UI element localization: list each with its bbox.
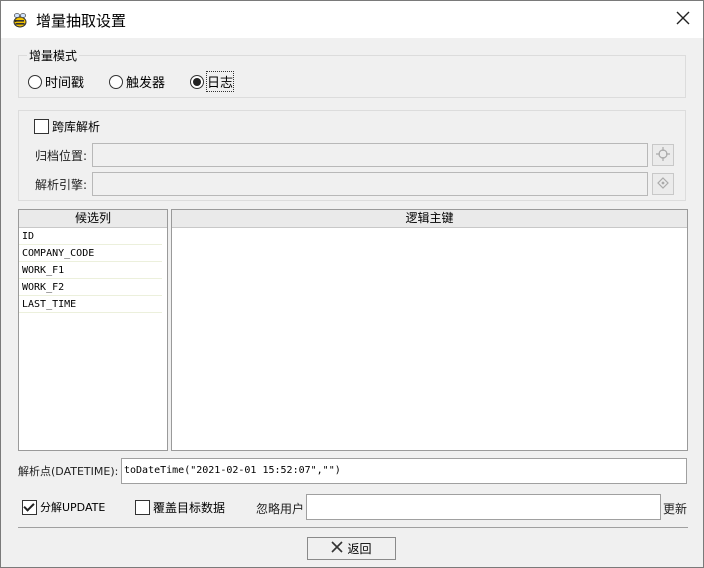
radio-trigger-label: 触发器 — [126, 76, 166, 91]
footer-separator — [18, 527, 688, 528]
mode-group-label: 增量模式 — [27, 47, 80, 64]
x-icon — [331, 541, 344, 556]
parse-point-label: 解析点(DATETIME): — [18, 465, 119, 478]
parse-point-input[interactable]: toDateTime("2021-02-01 15:52:07","") — [121, 458, 687, 484]
archive-location-field[interactable] — [92, 143, 648, 167]
logical-keys-panel[interactable]: 逻辑主键 — [171, 209, 688, 451]
parse-engine-label: 解析引擎: — [35, 178, 88, 192]
app-bee-icon — [11, 11, 29, 29]
cross-db-checkbox[interactable]: 跨库解析 — [34, 118, 100, 135]
radio-log[interactable]: 日志 — [190, 71, 235, 92]
list-item[interactable]: WORK_F1 — [19, 262, 162, 279]
ignore-users-input[interactable] — [306, 494, 661, 520]
close-icon — [676, 11, 690, 28]
checkbox-box — [34, 119, 49, 134]
list-item[interactable]: COMPANY_CODE — [19, 245, 162, 262]
cross-db-group: 跨库解析 归档位置: 解析引擎: — [18, 110, 686, 201]
list-item[interactable]: ID — [19, 228, 162, 245]
split-update-checkbox[interactable]: 分解UPDATE — [22, 499, 105, 515]
engine-select-button[interactable] — [652, 173, 674, 195]
title-bar: 增量抽取设置 — [1, 1, 703, 38]
window-title: 增量抽取设置 — [36, 12, 127, 30]
checkbox-box — [135, 500, 150, 515]
mode-group: 增量模式 时间戳 触发器 日志 — [18, 47, 686, 98]
cross-db-label: 跨库解析 — [52, 120, 101, 134]
back-button[interactable]: 返回 — [307, 537, 396, 560]
list-item[interactable]: WORK_F2 — [19, 279, 162, 296]
parse-engine-field[interactable] — [92, 172, 648, 196]
candidate-columns-header: 候选列 — [19, 210, 167, 228]
close-button[interactable] — [663, 1, 703, 38]
radio-timestamp-label: 时间戳 — [45, 76, 85, 91]
archive-browse-button[interactable] — [652, 144, 674, 166]
target-icon — [657, 176, 669, 192]
locate-icon — [656, 146, 670, 164]
radio-circle-selected — [190, 74, 204, 89]
checkbox-box-checked — [22, 499, 37, 515]
radio-circle — [109, 74, 123, 89]
overwrite-target-checkbox[interactable]: 覆盖目标数据 — [135, 499, 225, 516]
radio-log-label: 日志 — [205, 71, 235, 92]
radio-circle — [28, 74, 42, 89]
split-update-label: 分解UPDATE — [40, 501, 106, 514]
incremental-extract-dialog: 增量抽取设置 增量模式 时间戳 触发器 日志 跨库解析 归档位置: 解析引擎: … — [0, 0, 704, 568]
ignore-users-label: 忽略用户 — [256, 502, 305, 516]
overwrite-target-label: 覆盖目标数据 — [153, 501, 226, 515]
list-item[interactable]: LAST_TIME — [19, 296, 162, 313]
logical-keys-header: 逻辑主键 — [172, 210, 687, 228]
archive-location-label: 归档位置: — [35, 149, 88, 163]
candidate-columns-panel: 候选列 ID COMPANY_CODE WORK_F1 WORK_F2 LAST… — [18, 209, 168, 451]
radio-timestamp[interactable]: 时间戳 — [28, 72, 84, 91]
update-link[interactable]: 更新 — [663, 500, 687, 517]
radio-trigger[interactable]: 触发器 — [109, 72, 165, 91]
back-button-label: 返回 — [347, 542, 372, 556]
